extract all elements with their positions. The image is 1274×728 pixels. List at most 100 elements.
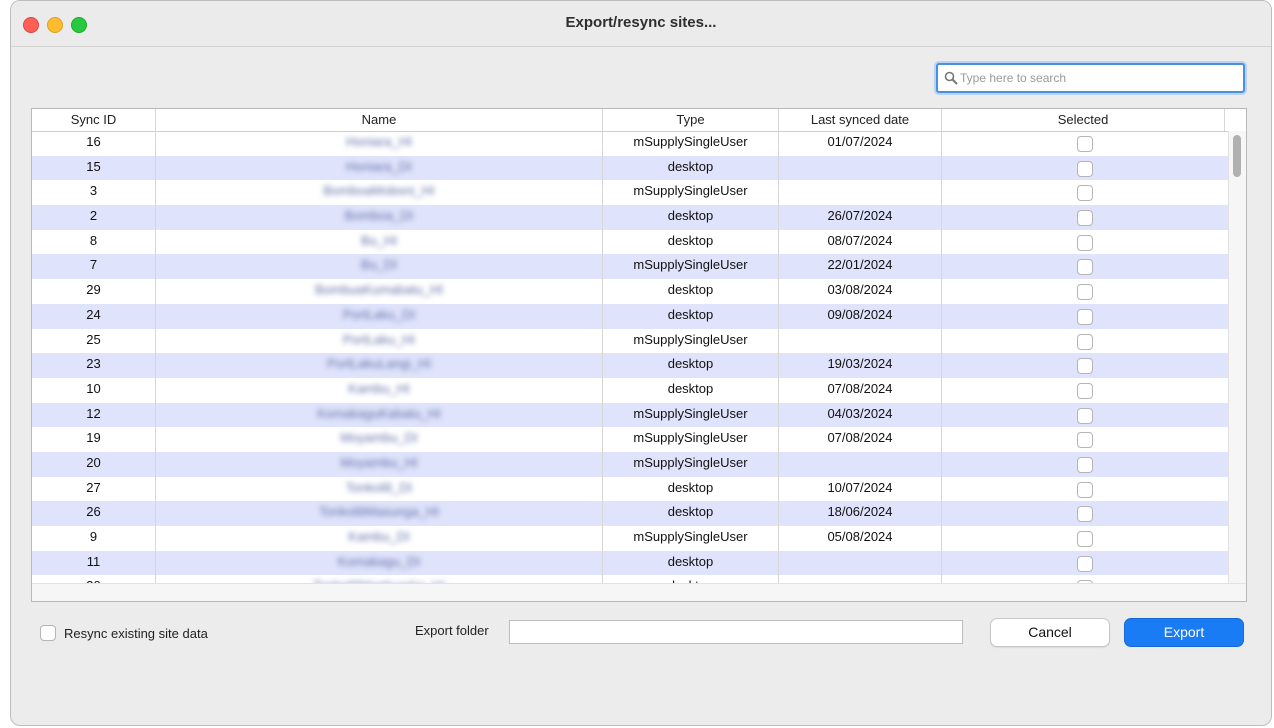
cell-sync-id[interactable]: 10 xyxy=(32,377,156,403)
resync-existing-data-checkbox[interactable] xyxy=(40,625,56,641)
cell-name[interactable]: PortLakuLangi_HI xyxy=(156,353,603,378)
search-box[interactable] xyxy=(936,63,1245,93)
selected-checkbox[interactable] xyxy=(1077,481,1093,498)
cell-sync-id[interactable]: 3 xyxy=(32,180,156,206)
cell-last-synced-date[interactable] xyxy=(779,550,942,576)
cell-type[interactable]: mSupplySingleUser xyxy=(603,402,779,428)
cell-type[interactable]: mSupplySingleUser xyxy=(603,427,779,452)
export-folder-field[interactable] xyxy=(509,620,963,644)
cell-last-synced-date[interactable] xyxy=(779,451,942,477)
cell-last-synced-date[interactable]: 18/06/2024 xyxy=(779,501,942,526)
cell-type[interactable]: desktop xyxy=(603,229,779,255)
table-row[interactable]: 10 Kambu_HI desktop 07/08/2024 xyxy=(32,377,1228,403)
selected-checkbox[interactable] xyxy=(1077,407,1093,424)
selected-checkbox[interactable] xyxy=(1077,136,1093,152)
cell-name[interactable]: Kambu_DI xyxy=(156,526,603,551)
selected-checkbox[interactable] xyxy=(1077,531,1093,547)
cell-last-synced-date[interactable]: 03/08/2024 xyxy=(779,279,942,304)
cell-name[interactable]: BombuaKumabatu_HI xyxy=(156,279,603,304)
selected-checkbox[interactable] xyxy=(1077,160,1093,177)
column-header-selected[interactable]: Selected xyxy=(942,109,1225,131)
horizontal-scrollbar[interactable] xyxy=(32,583,1246,601)
cell-name[interactable]: Moyambu_HI xyxy=(156,451,603,477)
table-row[interactable]: 25 PortLaku_HI mSupplySingleUser xyxy=(32,328,1228,354)
table-row[interactable]: 12 KomakaguKabatu_HI mSupplySingleUser 04/0… xyxy=(32,402,1228,428)
cell-type[interactable]: desktop xyxy=(603,476,779,502)
cancel-button[interactable]: Cancel xyxy=(990,618,1110,647)
cell-type[interactable]: desktop xyxy=(603,377,779,403)
cell-last-synced-date[interactable]: 09/08/2024 xyxy=(779,303,942,329)
column-header-last-synced-date[interactable]: Last synced date xyxy=(779,109,942,131)
cell-name[interactable]: Bu_DI xyxy=(156,254,603,280)
cell-name[interactable]: Bomboa_DI xyxy=(156,205,603,230)
selected-checkbox[interactable] xyxy=(1077,333,1093,350)
cell-type[interactable]: desktop xyxy=(603,575,779,583)
cell-last-synced-date[interactable] xyxy=(779,328,942,354)
cell-sync-id[interactable]: 11 xyxy=(32,550,156,576)
column-header-sync-id[interactable]: Sync ID xyxy=(32,109,156,131)
cell-last-synced-date[interactable]: 19/03/2024 xyxy=(779,353,942,378)
table-row[interactable]: 9 Kambu_DI mSupplySingleUser 05/08/2024 xyxy=(32,526,1228,551)
cell-sync-id[interactable]: 24 xyxy=(32,303,156,329)
cell-sync-id[interactable]: 20 xyxy=(32,451,156,477)
cell-sync-id[interactable]: 2 xyxy=(32,205,156,230)
cell-last-synced-date[interactable]: 01/07/2024 xyxy=(779,131,942,156)
cell-type[interactable]: desktop xyxy=(603,550,779,576)
cell-type[interactable]: desktop xyxy=(603,205,779,230)
vertical-scrollbar[interactable] xyxy=(1228,131,1246,583)
cell-name[interactable]: TonkoliliMagburaka_HI xyxy=(156,575,603,583)
cell-type[interactable]: desktop xyxy=(603,155,779,181)
cell-type[interactable]: mSupplySingleUser xyxy=(603,526,779,551)
selected-checkbox[interactable] xyxy=(1077,259,1093,276)
selected-checkbox[interactable] xyxy=(1077,185,1093,202)
cell-sync-id[interactable]: 27 xyxy=(32,476,156,502)
cell-sync-id[interactable]: 9 xyxy=(32,526,156,551)
cell-last-synced-date[interactable]: 08/07/2024 xyxy=(779,229,942,255)
table-row[interactable]: 20 Moyambu_HI mSupplySingleUser xyxy=(32,451,1228,477)
table-row[interactable]: 7 Bu_DI mSupplySingleUser 22/01/2024 xyxy=(32,254,1228,280)
cell-last-synced-date[interactable]: 04/03/2024 xyxy=(779,402,942,428)
cell-type[interactable]: desktop xyxy=(603,303,779,329)
cell-last-synced-date[interactable]: 07/08/2024 xyxy=(779,427,942,452)
cell-sync-id[interactable]: 8 xyxy=(32,229,156,255)
cell-name[interactable]: KomakaguKabatu_HI xyxy=(156,402,603,428)
cell-name[interactable]: Tonkolili_DI xyxy=(156,476,603,502)
cell-last-synced-date[interactable]: 07/08/2024 xyxy=(779,377,942,403)
selected-checkbox[interactable] xyxy=(1077,456,1093,473)
column-header-type[interactable]: Type xyxy=(603,109,779,131)
table-row[interactable]: 19 Moyambu_DI mSupplySingleUser 07/08/2024 xyxy=(32,427,1228,452)
cell-name[interactable]: Honiara_DI xyxy=(156,155,603,181)
column-header-name[interactable]: Name xyxy=(156,109,603,131)
cell-name[interactable]: TonkoliliMasunga_HI xyxy=(156,501,603,526)
cell-name[interactable]: Kambu_HI xyxy=(156,377,603,403)
cell-last-synced-date[interactable]: 10/07/2024 xyxy=(779,476,942,502)
table-row[interactable]: 16 Honiara_HI mSupplySingleUser 01/07/2024 xyxy=(32,131,1228,156)
cell-name[interactable]: PortLaku_HI xyxy=(156,328,603,354)
selected-checkbox[interactable] xyxy=(1077,382,1093,399)
cell-last-synced-date[interactable]: 26/07/2024 xyxy=(779,205,942,230)
cell-type[interactable]: mSupplySingleUser xyxy=(603,451,779,477)
cell-type[interactable]: desktop xyxy=(603,353,779,378)
table-row[interactable]: 2 Bomboa_DI desktop 26/07/2024 xyxy=(32,205,1228,230)
selected-checkbox[interactable] xyxy=(1077,284,1093,301)
table-row[interactable]: 29 BombuaKumabatu_HI desktop 03/08/2024 xyxy=(32,279,1228,304)
cell-sync-id[interactable]: 25 xyxy=(32,328,156,354)
table-row[interactable]: 26 TonkoliliMasunga_HI desktop 18/06/2024 xyxy=(32,501,1228,526)
cell-last-synced-date[interactable] xyxy=(779,180,942,206)
cell-sync-id[interactable]: 29 xyxy=(32,279,156,304)
table-row[interactable]: 8 Bu_HI desktop 08/07/2024 xyxy=(32,229,1228,255)
selected-checkbox[interactable] xyxy=(1077,234,1093,251)
cell-sync-id[interactable]: 23 xyxy=(32,353,156,378)
table-row[interactable]: 23 PortLakuLangi_HI desktop 19/03/2024 xyxy=(32,353,1228,378)
cell-type[interactable]: mSupplySingleUser xyxy=(603,131,779,156)
cell-last-synced-date[interactable] xyxy=(779,575,942,583)
cell-sync-id[interactable]: 12 xyxy=(32,402,156,428)
cell-sync-id[interactable]: 15 xyxy=(32,155,156,181)
cell-last-synced-date[interactable]: 05/08/2024 xyxy=(779,526,942,551)
table-row[interactable]: 24 PortLaku_DI desktop 09/08/2024 xyxy=(32,303,1228,329)
selected-checkbox[interactable] xyxy=(1077,308,1093,325)
table-row[interactable]: 11 Komakagu_DI desktop xyxy=(32,550,1228,576)
cell-type[interactable]: mSupplySingleUser xyxy=(603,180,779,206)
table-row[interactable]: 30 TonkoliliMagburaka_HI desktop xyxy=(32,575,1228,583)
cell-name[interactable]: Honiara_HI xyxy=(156,131,603,156)
